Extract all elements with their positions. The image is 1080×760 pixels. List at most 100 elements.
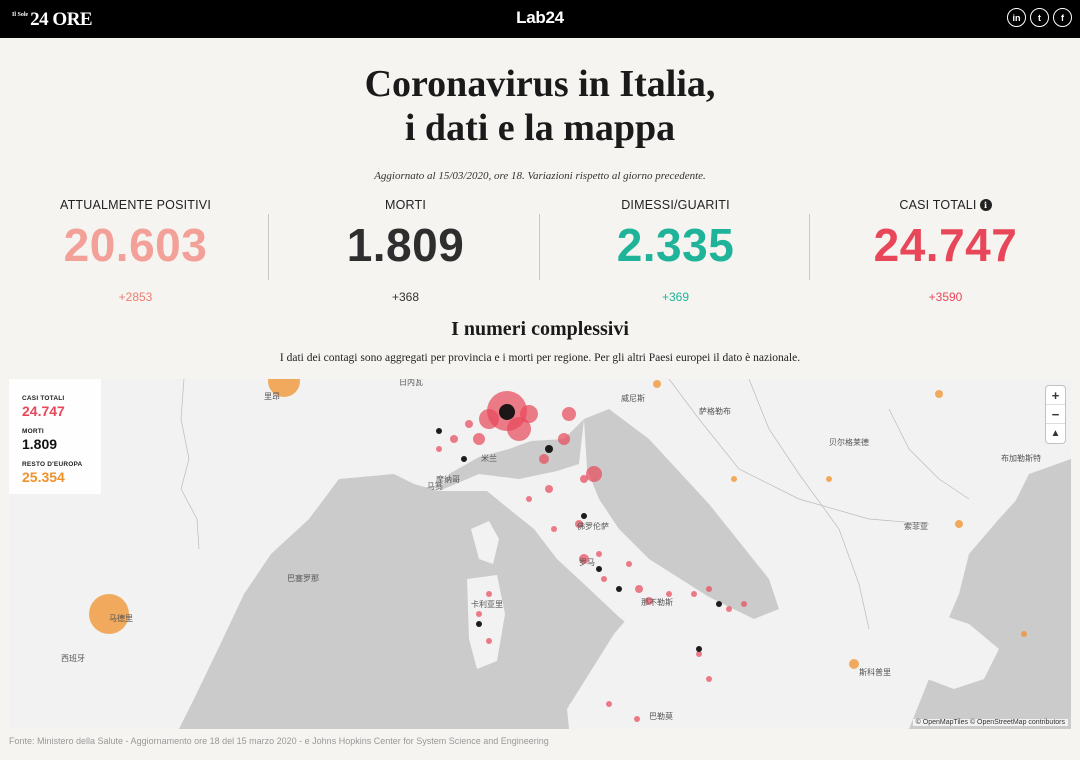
legend-cases-value: 24.747 [22, 403, 65, 419]
legend-europe-label: RESTO D'EUROPA [22, 461, 83, 468]
place-label: 索菲亚 [904, 521, 928, 531]
stat-casi-totali: CASI TOTALI i 24.747 +3590 [810, 196, 1080, 304]
compass-reset-button[interactable]: ▲ [1046, 424, 1065, 443]
zoom-out-button[interactable]: − [1046, 405, 1065, 424]
case-marker[interactable] [545, 485, 553, 493]
stat-label: DIMESSI/GUARITI [540, 196, 811, 214]
info-icon[interactable]: i [979, 199, 992, 211]
death-marker[interactable] [616, 586, 622, 592]
death-marker[interactable] [696, 646, 702, 652]
case-marker[interactable] [596, 551, 602, 557]
death-marker[interactable] [716, 601, 722, 607]
place-label: 萨格勒布 [699, 406, 731, 416]
stat-label: CASI TOTALI i [810, 196, 1080, 214]
page-title: Coronavirus in Italia, i dati e la mappa [0, 62, 1080, 150]
europe-marker[interactable] [653, 380, 661, 388]
case-marker[interactable] [606, 701, 612, 707]
death-marker[interactable] [499, 404, 515, 420]
stat-delta: +2853 [118, 290, 153, 304]
place-label: 那不勒斯 [641, 597, 673, 607]
lab24-logo[interactable]: Lab24 [0, 8, 1080, 28]
case-marker[interactable] [691, 591, 697, 597]
europe-marker[interactable] [935, 390, 943, 398]
case-marker[interactable] [450, 435, 458, 443]
case-marker[interactable] [476, 611, 482, 617]
stat-label-text: DIMESSI/GUARITI [621, 198, 730, 212]
stat-label: MORTI [270, 196, 541, 214]
legend-cases-label: CASI TOTALI [22, 395, 65, 402]
stat-guariti: DIMESSI/GUARITI 2.335 +369 [540, 196, 811, 304]
legend-deaths-value: 1.809 [22, 436, 58, 452]
map-view[interactable]: 日内瓦 米兰 威尼斯 马赛 摩纳哥 巴塞罗那 马德里 西班牙 卡利亚里 罗马 那不勒斯 萨格勒布 贝尔格… [9, 379, 1071, 729]
stat-label: ATTUALMENTE POSITIVI [0, 196, 271, 214]
place-label: 日内瓦 [399, 379, 423, 387]
place-label: 威尼斯 [621, 393, 645, 403]
section-title: I numeri complessivi [451, 318, 629, 340]
case-marker[interactable] [741, 601, 747, 607]
linkedin-icon[interactable]: in [1007, 8, 1026, 27]
facebook-icon[interactable]: f [1053, 8, 1072, 27]
death-marker[interactable] [596, 566, 602, 572]
stat-delta: +368 [391, 290, 420, 304]
stat-label-text: MORTI [384, 198, 427, 212]
case-marker[interactable] [520, 405, 538, 423]
zoom-in-button[interactable]: + [1046, 386, 1065, 405]
case-marker[interactable] [551, 526, 557, 532]
case-marker[interactable] [479, 409, 499, 429]
case-marker[interactable] [486, 638, 492, 644]
twitter-icon[interactable]: t [1030, 8, 1049, 27]
stat-label-text: ATTUALMENTE POSITIVI [59, 198, 211, 212]
case-marker[interactable] [601, 576, 607, 582]
place-label: 巴塞罗那 [287, 573, 319, 583]
case-marker[interactable] [486, 591, 492, 597]
case-marker[interactable] [706, 676, 712, 682]
case-marker[interactable] [436, 446, 442, 452]
stat-delta: +369 [661, 290, 690, 304]
europe-marker[interactable] [849, 659, 859, 669]
death-marker[interactable] [581, 513, 587, 519]
case-marker[interactable] [558, 433, 570, 445]
place-label: 米兰 [481, 453, 497, 463]
case-marker[interactable] [562, 407, 576, 421]
case-marker[interactable] [635, 585, 643, 593]
europe-marker[interactable] [955, 520, 963, 528]
europe-marker[interactable] [1021, 631, 1027, 637]
section-description: I dati dei contagi sono aggregati per pr… [279, 352, 801, 364]
case-marker[interactable] [539, 454, 549, 464]
place-label: 斯科普里 [859, 667, 891, 677]
legend-europe-value: 25.354 [22, 469, 65, 485]
death-marker[interactable] [436, 428, 442, 434]
stat-positivi: ATTUALMENTE POSITIVI 20.603 +2853 [0, 196, 271, 304]
europe-marker[interactable] [826, 476, 832, 482]
case-marker[interactable] [586, 466, 602, 482]
case-marker[interactable] [726, 606, 732, 612]
zoom-control: + − ▲ [1046, 386, 1065, 443]
case-marker[interactable] [666, 591, 672, 597]
map-attribution[interactable]: © OpenMapTiles © OpenStreetMap contribut… [912, 719, 1068, 726]
europe-marker[interactable] [731, 476, 737, 482]
stats-row: ATTUALMENTE POSITIVI 20.603 +2853 MORTI … [0, 196, 1080, 306]
map-legend: CASI TOTALI 24.747 MORTI 1.809 RESTO D'E… [9, 379, 101, 494]
stat-label-text: CASI TOTALI [899, 198, 977, 212]
case-marker[interactable] [626, 561, 632, 567]
stat-morti: MORTI 1.809 +368 [270, 196, 541, 304]
case-marker[interactable] [465, 420, 473, 428]
case-marker[interactable] [473, 433, 485, 445]
place-label: 布加勒斯特 [1001, 453, 1041, 463]
death-marker[interactable] [476, 621, 482, 627]
case-marker[interactable] [706, 586, 712, 592]
place-label: 西班牙 [61, 653, 85, 663]
case-marker[interactable] [526, 496, 532, 502]
case-marker[interactable] [634, 716, 640, 722]
updated-note: Aggiornato al 15/03/2020, ore 18. Variaz… [374, 170, 706, 182]
stat-value: 24.747 [873, 219, 1018, 271]
social-links: in t f [1007, 8, 1072, 27]
stat-value: 1.809 [346, 219, 465, 271]
title-line-2: i dati e la mappa [404, 107, 676, 149]
place-label: 贝尔格莱德 [829, 437, 869, 447]
place-label: 佛罗伦萨 [577, 521, 609, 531]
death-marker[interactable] [545, 445, 553, 453]
stat-value: 20.603 [63, 219, 208, 271]
map-canvas[interactable]: 日内瓦米兰威尼斯马赛摩纳哥巴塞罗那马德里西班牙卡利亚里罗马那不勒斯萨格勒布贝尔格… [9, 379, 1071, 729]
death-marker[interactable] [461, 456, 467, 462]
